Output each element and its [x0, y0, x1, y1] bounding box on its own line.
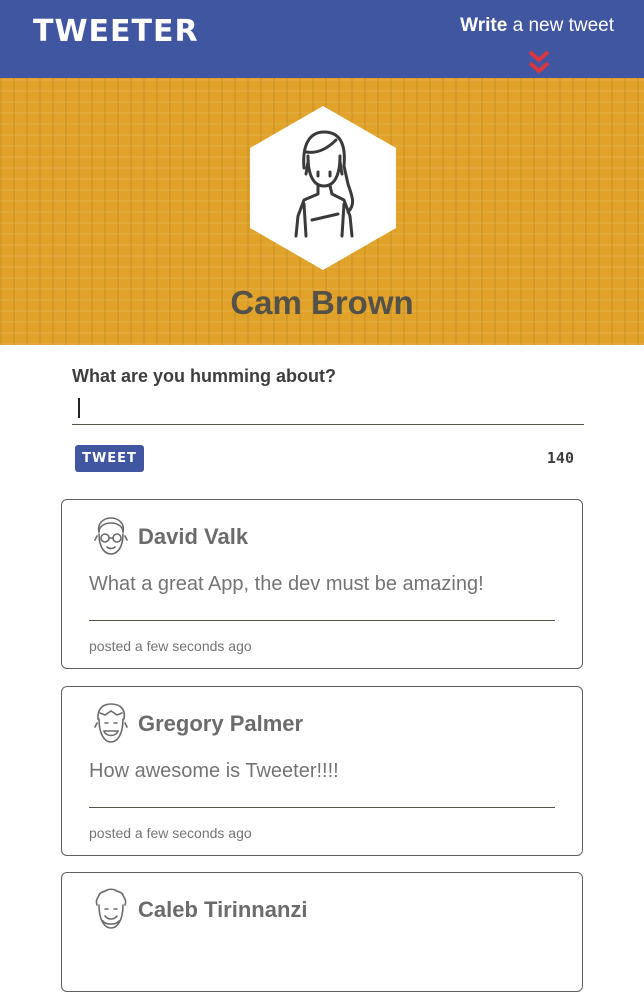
profile-name: Cam Brown [230, 284, 414, 321]
profile-avatar [250, 106, 396, 270]
tweet-timestamp: posted a few seconds ago [89, 638, 252, 654]
smiling-man-avatar-icon [94, 703, 128, 743]
brand-logo[interactable]: TWEETER [33, 14, 199, 49]
tweet-text: How awesome is Tweeter!!!! [89, 760, 339, 782]
write-new-tweet-link[interactable]: Write a new tweet [460, 15, 614, 37]
top-nav: TWEETER Write a new tweet [0, 0, 644, 78]
tweet-divider [89, 807, 555, 808]
curly-hair-avatar-icon [95, 888, 127, 929]
tweet-textarea[interactable] [72, 392, 584, 425]
tweet-author: Gregory Palmer [138, 711, 304, 736]
tweet-author: David Valk [138, 524, 249, 549]
character-counter: 140 [546, 449, 574, 467]
profile-header: Cam Brown [0, 78, 644, 345]
write-rest-label: a new tweet [507, 15, 614, 36]
compose-label: What are you humming about? [72, 366, 336, 386]
tweet-divider [89, 620, 555, 621]
tweet-card: Gregory Palmer How awesome is Tweeter!!!… [61, 686, 583, 856]
tweet-timestamp: posted a few seconds ago [89, 825, 252, 841]
write-bold-label: Write [460, 15, 508, 36]
tweet-text: What a great App, the dev must be amazin… [89, 573, 484, 595]
tweet-submit-button[interactable]: TWEET [75, 445, 144, 472]
text-caret [78, 398, 80, 418]
glasses-avatar-icon [94, 517, 128, 555]
tweet-card: David Valk What a great App, the dev mus… [61, 499, 583, 669]
double-chevron-down-icon[interactable] [528, 50, 550, 76]
tweet-card: Caleb Tirinnanzi [61, 872, 583, 992]
tweet-author: Caleb Tirinnanzi [138, 897, 308, 922]
